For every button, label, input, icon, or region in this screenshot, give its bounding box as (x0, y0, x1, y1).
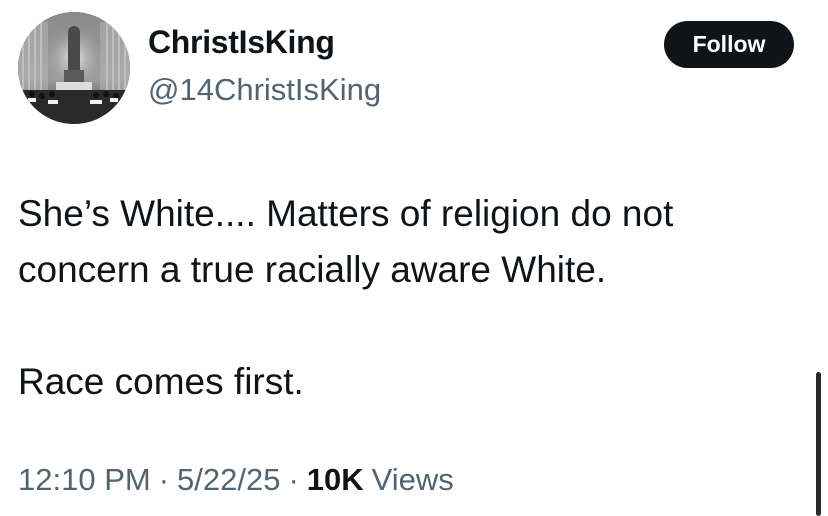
tweet-text: She’s White.... Matters of religion do n… (18, 186, 808, 410)
avatar-image (18, 12, 130, 124)
views-count[interactable]: 10K (307, 462, 364, 498)
meta-separator: · (288, 462, 299, 497)
avatar[interactable] (18, 12, 130, 124)
tweet-time[interactable]: 12:10 PM (18, 462, 151, 498)
user-handle[interactable]: @14ChristIsKing (148, 72, 381, 108)
tweet-text-line: Race comes first. (18, 361, 304, 402)
display-name[interactable]: ChristIsKing (148, 24, 335, 61)
views-label[interactable]: Views (372, 462, 454, 498)
scrollbar-thumb[interactable] (816, 372, 821, 516)
meta-separator: · (158, 462, 170, 497)
tweet-text-line: concern a true racially aware White. (18, 249, 607, 290)
tweet-metadata: 12:10 PM · 5/22/25 · 10K Views (18, 462, 454, 498)
tweet-date[interactable]: 5/22/25 (177, 462, 280, 498)
tweet-text-line: She’s White.... Matters of religion do n… (18, 193, 674, 234)
follow-button[interactable]: Follow (664, 21, 794, 68)
